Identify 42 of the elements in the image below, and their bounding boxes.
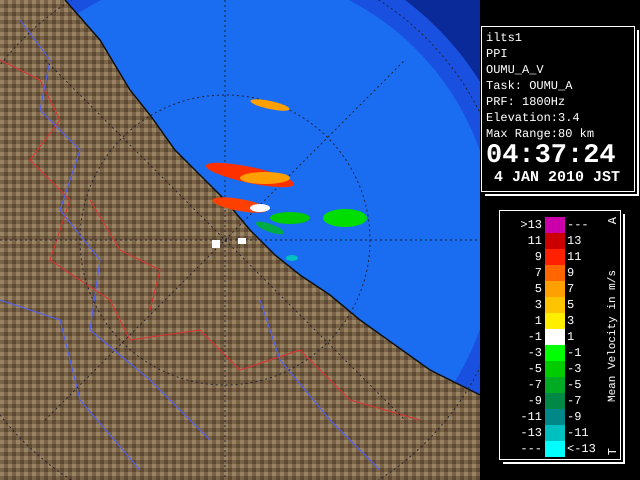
legend-label: -9 [566,410,582,424]
legend-label: 1 [534,314,543,328]
info-line: OUMU_A_V [486,62,545,78]
legend-label: -7 [566,394,582,408]
legend-label: -7 [526,378,543,392]
legend-label: 3 [534,298,543,312]
legend-label: -3 [526,346,543,360]
info-line: Task: OUMU_A [486,78,574,94]
info-line: Max Range:80 km [486,126,596,142]
legend-mark: A [607,217,619,224]
legend-label: 11 [526,234,543,248]
legend-label: -5 [566,378,582,392]
legend-title: Mean Velocity in m/s [607,270,619,402]
legend-label: >13 [519,218,543,232]
legend-label: 5 [534,282,543,296]
legend-label: 3 [566,314,576,328]
legend-label: 9 [534,250,543,264]
info-line: PRF: 1800Hz [486,94,566,110]
date-display: 4 JAN 2010 JST [493,169,620,187]
legend-label: -11 [566,426,590,440]
legend-label: -5 [526,362,543,376]
legend-label: -3 [566,362,582,376]
legend-mark: T [607,448,619,455]
time-display: 04:37:24 [486,143,617,169]
legend-label: 7 [566,282,576,296]
legend-label: 11 [566,250,582,264]
legend-label: 7 [534,266,543,280]
legend-label: -1 [566,346,582,360]
legend-label: --- [519,442,543,456]
legend-label: 13 [566,234,582,248]
legend-label: -11 [519,410,543,424]
legend-label: -9 [526,394,543,408]
legend-label: -1 [526,330,543,344]
legend-label: -13 [519,426,543,440]
legend-label: --- [566,218,590,232]
info-line: PPI [486,46,509,62]
legend-label: <-13 [566,442,597,456]
info-line: ilts1 [486,30,524,46]
info-line: Elevation:3.4 [486,110,581,126]
legend-label: 9 [566,266,576,280]
legend-label: 5 [566,298,576,312]
legend-label: 1 [566,330,576,344]
